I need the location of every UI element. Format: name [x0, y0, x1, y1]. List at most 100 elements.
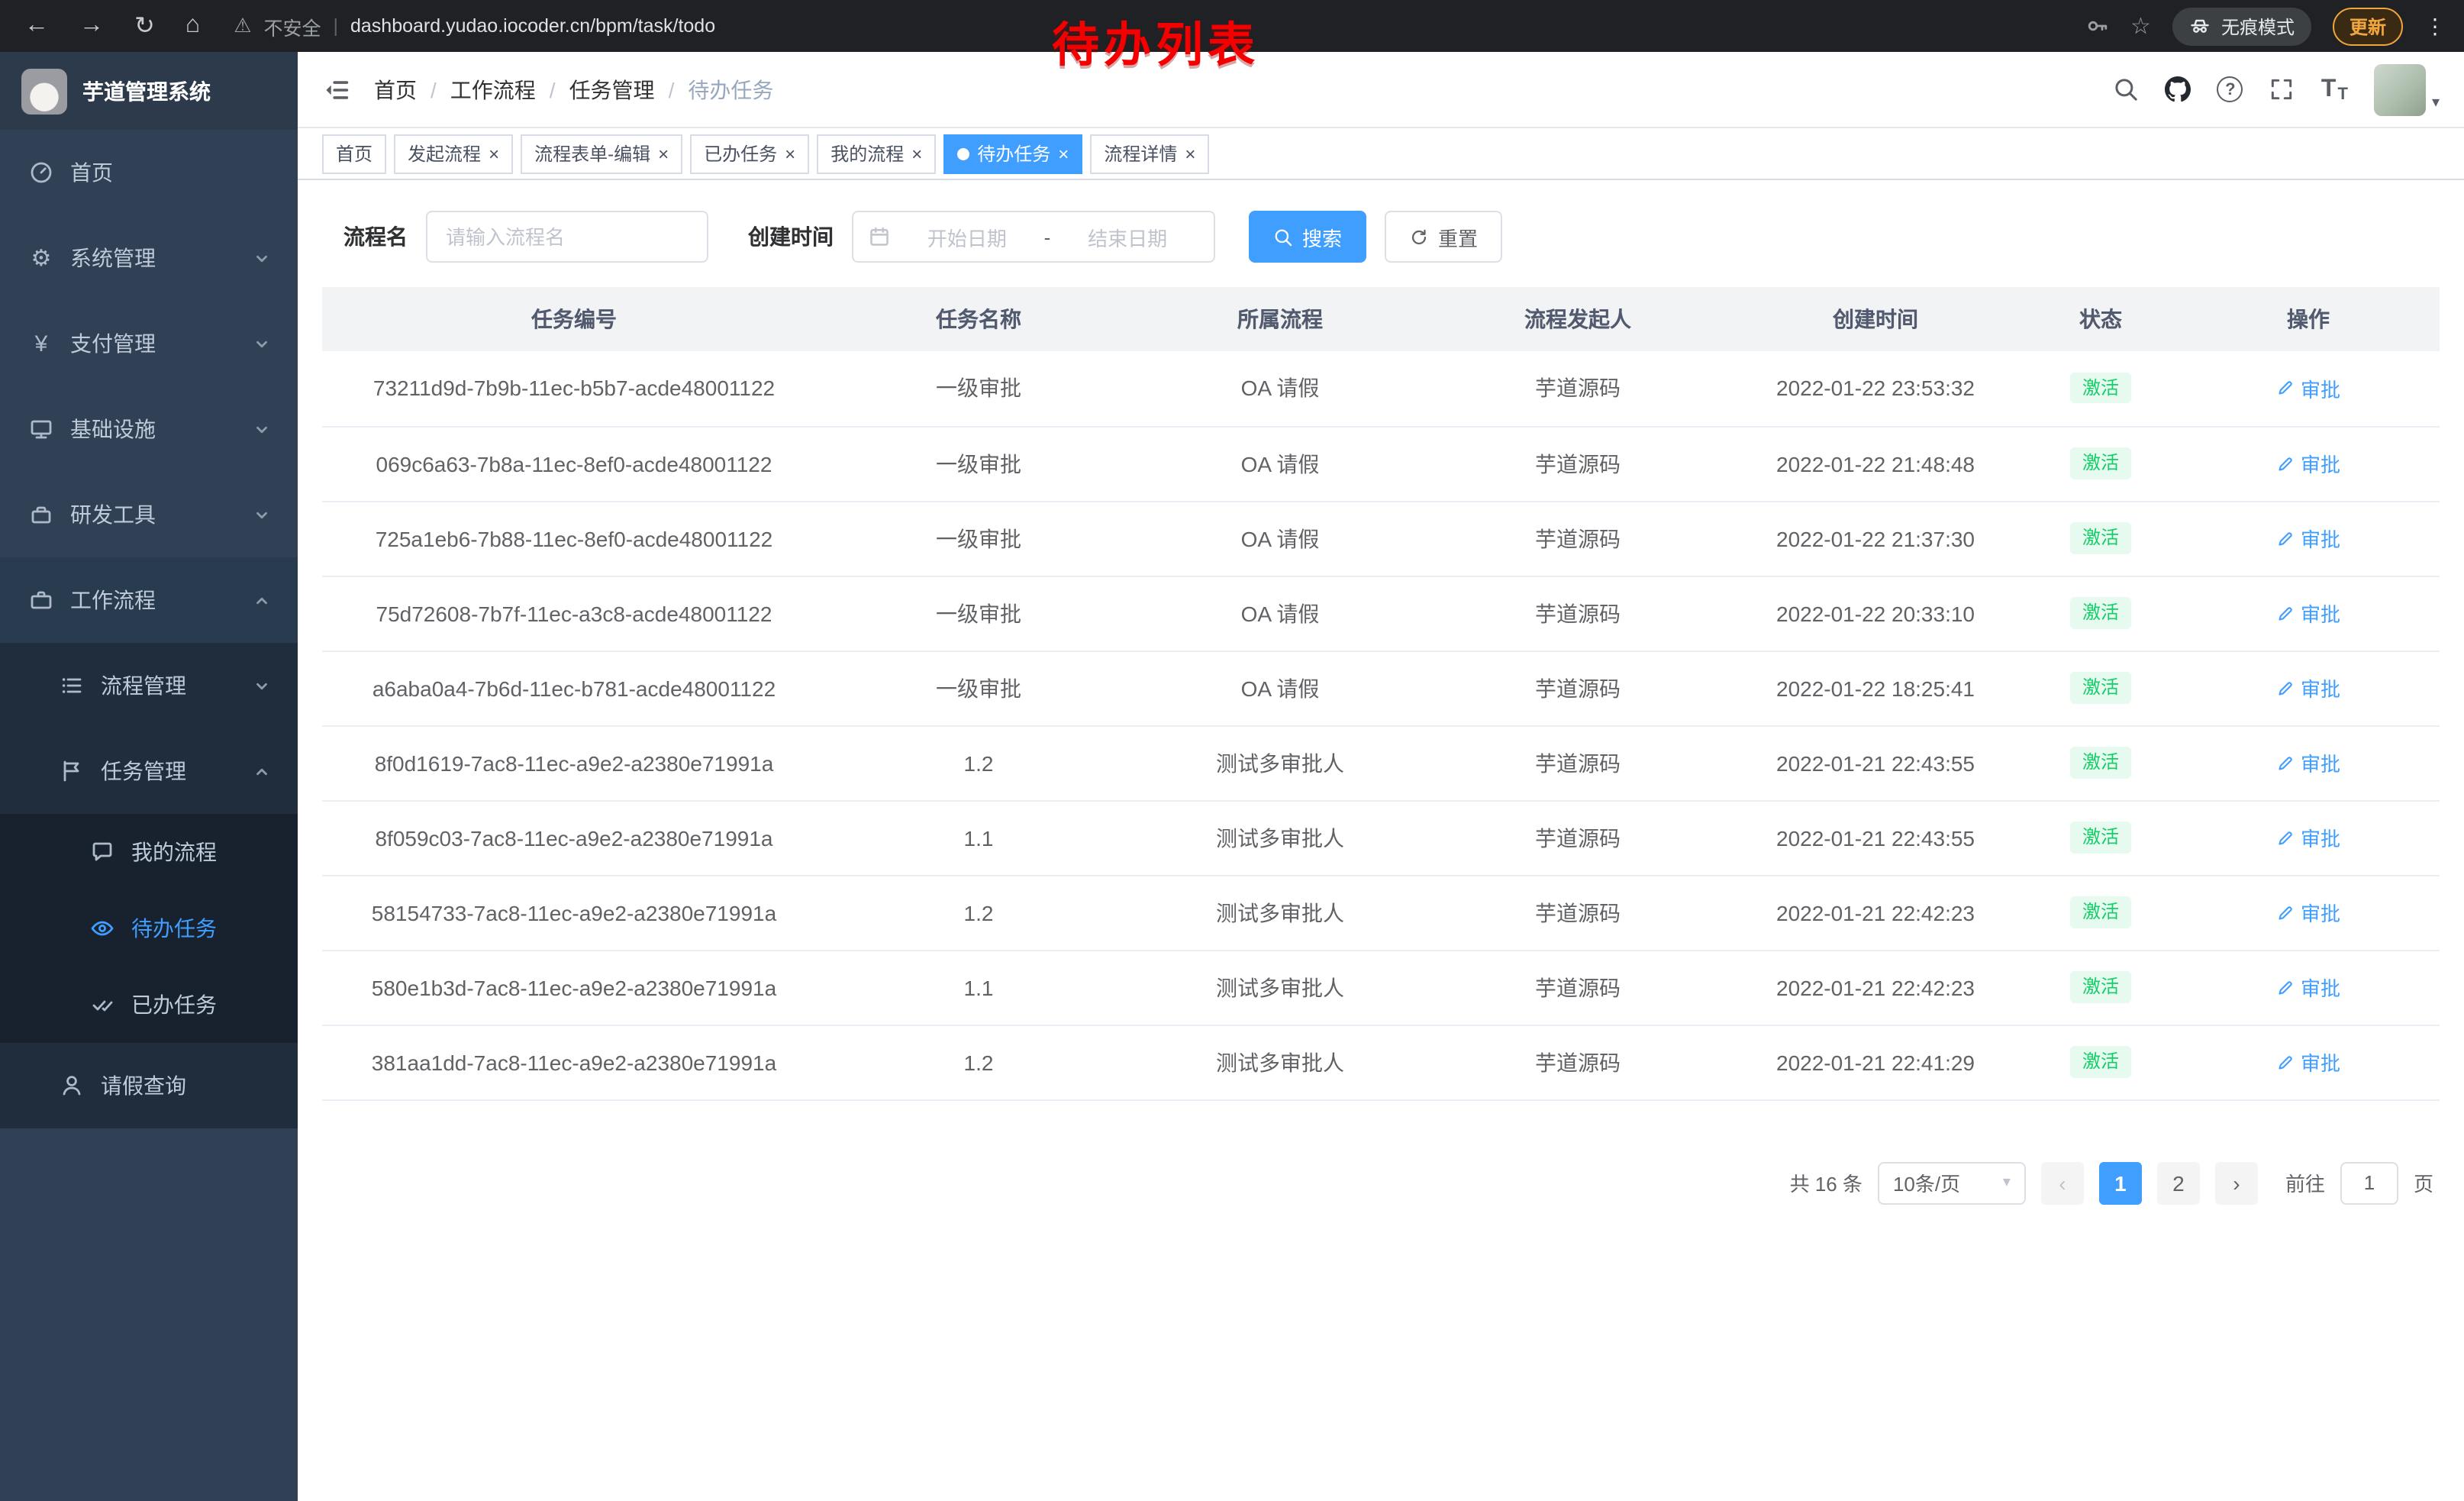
cell-status: 激活	[2024, 875, 2177, 950]
cell-actions: 审批	[2177, 351, 2440, 426]
breadcrumb-home[interactable]: 首页	[374, 74, 417, 105]
sidebar-logo[interactable]: 芋道管理系统	[0, 52, 298, 130]
close-icon[interactable]: ×	[911, 144, 922, 163]
next-page-button[interactable]: ›	[2215, 1161, 2258, 1204]
address-bar[interactable]: ⚠ 不安全 | dashboard.yudao.iocoder.cn/bpm/t…	[234, 11, 715, 40]
close-icon[interactable]: ×	[489, 144, 499, 163]
briefcase-icon	[27, 588, 55, 612]
approve-link[interactable]: 审批	[2276, 1047, 2340, 1077]
browser-menu-icon[interactable]: ⋮	[2424, 13, 2446, 39]
user-icon	[58, 1073, 85, 1098]
flag-icon	[58, 759, 85, 783]
approve-link[interactable]: 审批	[2276, 449, 2340, 478]
sidebar-fold-icon[interactable]	[322, 76, 350, 103]
breadcrumb-task-management[interactable]: 任务管理	[569, 74, 655, 105]
dashboard-icon	[27, 160, 55, 185]
browser-home-icon[interactable]: ⌂	[185, 12, 200, 40]
approve-link[interactable]: 审批	[2276, 898, 2340, 927]
cell-actions: 审批	[2177, 650, 2440, 725]
cell-task-name: 1.1	[826, 950, 1131, 1025]
main-area: 首页 / 工作流程 / 任务管理 / 待办任务 ?	[298, 52, 2464, 1501]
sidebar-item-done-tasks[interactable]: 已办任务	[0, 967, 298, 1043]
breadcrumb-workflow[interactable]: 工作流程	[450, 74, 536, 105]
approve-link[interactable]: 审批	[2276, 374, 2340, 403]
cell-initiator: 芋道源码	[1429, 1025, 1727, 1099]
tab-home[interactable]: 首页	[322, 134, 386, 173]
page-size-select[interactable]: 10条/页 ▾	[1878, 1161, 2026, 1204]
cell-create-time: 2022-01-22 23:53:32	[1727, 351, 2024, 426]
sidebar-item-task-management[interactable]: 任务管理	[0, 728, 298, 814]
cell-status: 激活	[2024, 576, 2177, 650]
column-header-create-time: 创建时间	[1727, 287, 2024, 351]
security-label: 不安全	[263, 11, 321, 40]
approve-link-label: 审批	[2301, 449, 2340, 478]
goto-page-input[interactable]	[2340, 1161, 2398, 1204]
sidebar-item-payment[interactable]: ¥ 支付管理	[0, 301, 298, 386]
user-menu[interactable]: ▾	[2374, 63, 2440, 115]
browser-reload-icon[interactable]: ↻	[134, 11, 155, 41]
browser-forward-icon[interactable]: →	[79, 12, 104, 40]
status-badge: 激活	[2070, 747, 2131, 779]
sidebar-item-system[interactable]: ⚙ 系统管理	[0, 215, 298, 301]
reset-button[interactable]: 重置	[1385, 211, 1502, 263]
approve-link[interactable]: 审批	[2276, 973, 2340, 1002]
fullscreen-icon[interactable]	[2269, 76, 2295, 102]
cell-status: 激活	[2024, 800, 2177, 875]
process-name-input[interactable]	[426, 211, 708, 263]
table-row: 725a1eb6-7b88-11ec-8ef0-acde48001122 一级审…	[322, 501, 2440, 576]
tab-my-process[interactable]: 我的流程 ×	[817, 134, 936, 173]
browser-back-icon[interactable]: ←	[24, 12, 49, 40]
breadcrumb-separator: /	[550, 77, 556, 102]
browser-update-button[interactable]: 更新	[2333, 7, 2403, 45]
browser-chrome: ← → ↻ ⌂ ⚠ 不安全 | dashboard.yudao.iocoder.…	[0, 0, 2464, 52]
security-warning-icon: ⚠	[234, 14, 251, 38]
sidebar-item-infrastructure[interactable]: 基础设施	[0, 386, 298, 472]
sidebar-item-devtools[interactable]: 研发工具	[0, 472, 298, 557]
cell-process: OA 请假	[1131, 426, 1429, 501]
cell-create-time: 2022-01-22 18:25:41	[1727, 650, 2024, 725]
github-icon[interactable]	[2166, 76, 2191, 102]
incognito-badge: 无痕模式	[2172, 7, 2311, 45]
close-icon[interactable]: ×	[785, 144, 795, 163]
help-icon[interactable]: ?	[2217, 76, 2243, 102]
page-button-2[interactable]: 2	[2157, 1161, 2200, 1204]
cell-initiator: 芋道源码	[1429, 426, 1727, 501]
sidebar-item-my-process[interactable]: 我的流程	[0, 814, 298, 890]
approve-link[interactable]: 审批	[2276, 673, 2340, 702]
tab-done-tasks[interactable]: 已办任务 ×	[690, 134, 809, 173]
password-key-icon[interactable]	[2085, 14, 2109, 38]
page-size-value: 10条/页	[1893, 1168, 1960, 1197]
tab-start-process[interactable]: 发起流程 ×	[394, 134, 513, 173]
sidebar-item-todo-tasks[interactable]: 待办任务	[0, 890, 298, 967]
tab-label: 我的流程	[830, 140, 904, 166]
close-icon[interactable]: ×	[1058, 144, 1069, 163]
sidebar-item-process-management[interactable]: 流程管理	[0, 643, 298, 728]
cell-process: OA 请假	[1131, 650, 1429, 725]
tab-process-form-edit[interactable]: 流程表单-编辑 ×	[521, 134, 682, 173]
column-header-task-id: 任务编号	[322, 287, 826, 351]
date-range-picker[interactable]: 开始日期 - 结束日期	[852, 211, 1215, 263]
page-button-1[interactable]: 1	[2099, 1161, 2142, 1204]
cell-task-name: 1.2	[826, 1025, 1131, 1099]
search-icon[interactable]	[2114, 76, 2140, 102]
cell-actions: 审批	[2177, 725, 2440, 800]
approve-link[interactable]: 审批	[2276, 524, 2340, 553]
tab-todo-tasks[interactable]: 待办任务 ×	[943, 134, 1082, 173]
prev-page-button[interactable]: ‹	[2041, 1161, 2084, 1204]
cell-task-id: 580e1b3d-7ac8-11ec-a9e2-a2380e71991a	[322, 950, 826, 1025]
text-size-icon[interactable]: TT	[2321, 76, 2348, 103]
tab-label: 已办任务	[704, 140, 777, 166]
sidebar-item-workflow[interactable]: 工作流程	[0, 557, 298, 643]
tab-process-detail[interactable]: 流程详情 ×	[1090, 134, 1209, 173]
approve-link[interactable]: 审批	[2276, 748, 2340, 777]
close-icon[interactable]: ×	[658, 144, 669, 163]
caret-down-icon: ▾	[2003, 1174, 2011, 1191]
close-icon[interactable]: ×	[1185, 144, 1195, 163]
approve-link[interactable]: 审批	[2276, 823, 2340, 852]
approve-link[interactable]: 审批	[2276, 599, 2340, 628]
sidebar-item-home[interactable]: 首页	[0, 130, 298, 215]
bookmark-star-icon[interactable]: ☆	[2130, 12, 2151, 40]
search-button[interactable]: 搜索	[1249, 211, 1366, 263]
filter-form: 流程名 创建时间 开始日期 - 结束日期 搜索	[322, 211, 2440, 263]
sidebar-item-leave-query[interactable]: 请假查询	[0, 1043, 298, 1128]
